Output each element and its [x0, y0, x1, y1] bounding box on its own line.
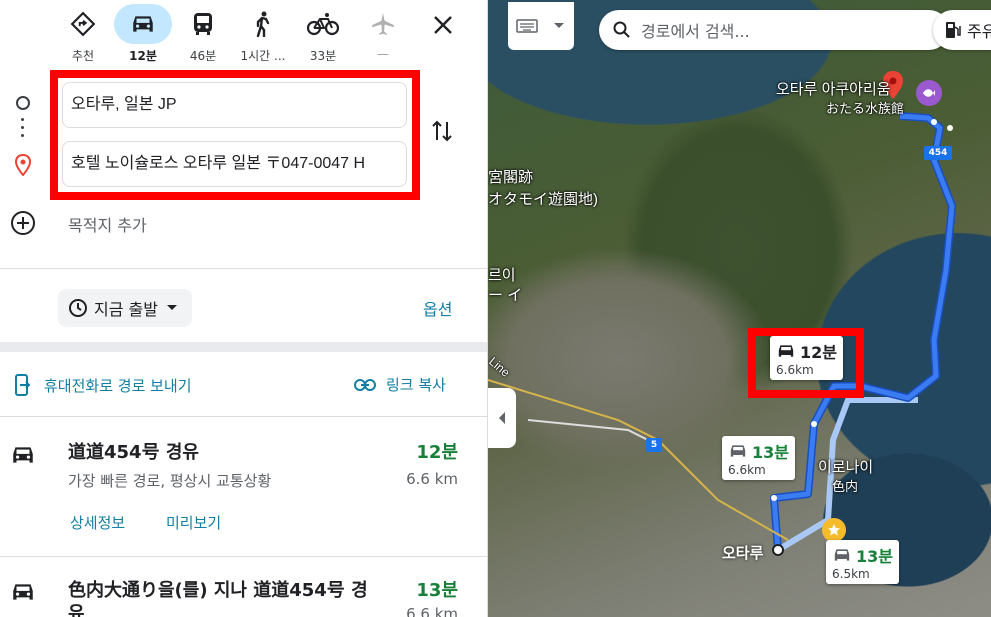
car-icon: [10, 581, 36, 607]
route-option-2[interactable]: 色内大通り을(를) 지나 道道454号 경 유 13분 6.6 km: [0, 557, 487, 617]
route-bubble-alt-1[interactable]: 13분 6.6km: [722, 436, 795, 480]
route-description: 가장 빠른 경로, 평상시 교통상황: [68, 472, 272, 490]
car-icon: [778, 345, 794, 357]
map-view[interactable]: 경로에서 검색... 주유 오타루 아쿠아리움 おたる水族館 454 5 宮閣跡…: [488, 0, 991, 617]
directions-diamond-icon: [54, 4, 112, 44]
airplane-icon: [354, 4, 412, 44]
route-5-shield: 5: [646, 438, 662, 452]
mode-recommended-label: 추천: [71, 49, 95, 63]
route-454-shield: 454: [924, 146, 952, 160]
route-title: 色内大通り을(를) 지나 道道454号 경: [68, 580, 368, 601]
mode-walk[interactable]: 1시간 ...: [233, 4, 293, 66]
share-row: 휴대전화로 경로 보내기 링크 복사: [0, 352, 487, 416]
mode-bike-label: 33분: [309, 49, 337, 63]
options-link[interactable]: 옵션: [423, 296, 452, 320]
route-bubble-distance: 6.6km: [776, 363, 814, 377]
origin-input[interactable]: 오타루, 일본 JP: [62, 82, 407, 128]
irorinai-label-ja: 色内: [832, 479, 859, 494]
car-icon: [730, 445, 746, 457]
search-icon: [613, 21, 630, 38]
mode-walk-label: 1시간 ...: [240, 49, 286, 63]
close-button[interactable]: [424, 6, 462, 44]
map-label-left-1: 르이: [488, 267, 516, 284]
send-to-phone-icon: [15, 374, 31, 396]
bus-icon: [174, 4, 232, 44]
swap-icon: [432, 120, 452, 142]
route-bubble-selected[interactable]: 12분 6.6km: [770, 336, 843, 380]
mode-bike[interactable]: 33분: [293, 4, 353, 66]
mode-transit-label: 46분: [189, 49, 217, 63]
aquarium-label-ja: おたる水族館: [826, 101, 905, 116]
directions-panel: 추천 12분 46분 1시간 ... 33분 — 오타루, 일본 JP 호텔 노…: [0, 0, 488, 617]
palace-ruins-label: 宮閣跡: [488, 169, 534, 186]
search-along-route-input[interactable]: 경로에서 검색...: [599, 10, 949, 50]
mode-car-label: 12분: [129, 49, 157, 63]
depart-now-dropdown[interactable]: 지금 출발: [58, 289, 192, 327]
keyboard-icon: [516, 19, 538, 33]
depart-label: 지금 출발: [94, 300, 158, 319]
link-icon: [354, 378, 376, 391]
search-placeholder: 경로에서 검색...: [641, 22, 750, 41]
send-to-phone-button[interactable]: 휴대전화로 경로 보내기: [14, 374, 192, 396]
irorinai-label: 이로나이: [818, 459, 874, 476]
copy-link-label: 링크 복사: [386, 376, 446, 394]
travel-mode-bar: 추천 12분 46분 1시간 ... 33분 —: [0, 0, 487, 70]
clock-icon: [69, 299, 87, 317]
otaru-label: 오타루: [722, 544, 764, 562]
destination-pin-icon: [14, 153, 32, 180]
origin-circle-icon: [16, 96, 30, 110]
aquarium-poi-icon[interactable]: [916, 80, 942, 106]
aquarium-label[interactable]: 오타루 아쿠아리움: [776, 78, 891, 99]
send-to-phone-label: 휴대전화로 경로 보내기: [44, 376, 192, 395]
plus-circle-icon: [11, 211, 35, 235]
star-poi-icon[interactable]: [822, 518, 846, 542]
route-title-continued: 유: [68, 603, 85, 617]
route-preview-link[interactable]: 미리보기: [166, 512, 221, 533]
route-distance: 6.6 km: [406, 470, 458, 488]
walking-icon: [234, 4, 292, 44]
add-destination-label[interactable]: 목적지 추가: [68, 212, 147, 236]
route-details-link[interactable]: 상세정보: [70, 512, 125, 533]
route-title: 道道454号 경유: [68, 442, 199, 463]
chevron-left-icon: [499, 412, 505, 424]
caret-down-icon: [166, 305, 177, 310]
bicycle-icon: [294, 4, 352, 44]
gas-chip-label: 주유: [967, 22, 991, 41]
route-bubble-alt-2[interactable]: 13분 6.5km: [826, 540, 899, 584]
keyboard-button[interactable]: [508, 2, 574, 50]
car-icon: [114, 4, 172, 44]
mode-flight[interactable]: —: [353, 4, 413, 66]
route-bubble-time: 12분: [800, 343, 837, 362]
route-option-1[interactable]: 道道454号 경유 12분 가장 빠른 경로, 평상시 교통상황 6.6 km …: [0, 418, 487, 556]
section-separator: [0, 342, 487, 352]
divider: [0, 268, 487, 269]
route-distance: 6.6 km: [406, 605, 458, 617]
route-bubble-distance: 6.6km: [728, 463, 766, 477]
route-bubble-time: 13분: [752, 443, 789, 462]
route-time: 12분: [416, 442, 458, 463]
caret-down-icon: [554, 23, 564, 28]
car-icon: [10, 444, 36, 470]
mode-flight-label: —: [377, 47, 389, 61]
route-dots-icon: [21, 118, 25, 142]
divider: [0, 416, 487, 417]
collapse-panel-button[interactable]: [488, 388, 516, 448]
route-bubble-time: 13분: [856, 547, 893, 566]
route-time: 13분: [416, 580, 458, 601]
amusement-park-label: オタモイ遊園地): [488, 191, 598, 208]
map-label-left-2: ー イ: [488, 287, 523, 304]
swap-button[interactable]: [430, 118, 454, 148]
mode-transit[interactable]: 46분: [173, 4, 233, 66]
close-icon: [434, 16, 452, 34]
gas-station-chip[interactable]: 주유: [933, 10, 991, 50]
copy-link-button[interactable]: 링크 복사: [354, 374, 446, 395]
mode-car[interactable]: 12분: [113, 4, 173, 66]
destination-input[interactable]: 호텔 노이슐로스 오타루 일본 〒047-0047 H: [62, 141, 407, 187]
car-icon: [834, 549, 850, 561]
gas-pump-icon: [946, 22, 961, 38]
mode-recommended[interactable]: 추천: [53, 4, 113, 66]
add-destination-button[interactable]: [10, 210, 36, 236]
route-bubble-distance: 6.5km: [832, 567, 870, 581]
